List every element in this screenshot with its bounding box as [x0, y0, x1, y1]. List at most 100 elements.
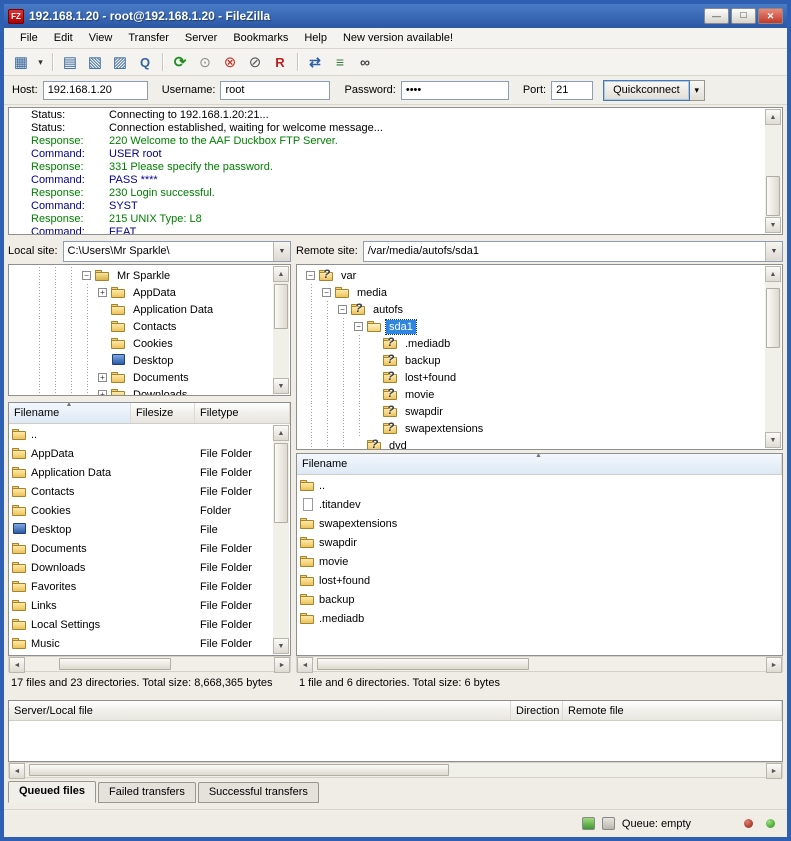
- tree-item[interactable]: ?swapdir: [297, 403, 765, 420]
- column-header-filename[interactable]: Filename: [297, 454, 782, 474]
- menu-item-help[interactable]: Help: [296, 29, 335, 47]
- refresh-icon[interactable]: [168, 51, 192, 73]
- tree-item[interactable]: Desktop: [9, 352, 273, 369]
- reconnect-icon[interactable]: [268, 51, 292, 73]
- file-row[interactable]: .titandev: [297, 495, 782, 514]
- file-row[interactable]: DownloadsFile Folder: [9, 558, 273, 577]
- scroll-thumb[interactable]: [766, 288, 780, 348]
- menu-item-transfer[interactable]: Transfer: [120, 29, 177, 47]
- scroll-thumb[interactable]: [59, 658, 171, 670]
- menu-item-edit[interactable]: Edit: [46, 29, 81, 47]
- scroll-up-icon[interactable]: [273, 425, 289, 441]
- scroll-up-icon[interactable]: [273, 266, 289, 282]
- scroll-left-icon[interactable]: [9, 657, 25, 673]
- file-row[interactable]: Application DataFile Folder: [9, 463, 273, 482]
- tree-item[interactable]: ?movie: [297, 386, 765, 403]
- file-row[interactable]: ..: [297, 476, 782, 495]
- tree-item[interactable]: +AppData: [9, 284, 273, 301]
- close-button[interactable]: [758, 8, 783, 24]
- tree-expander-icon[interactable]: −: [322, 288, 331, 297]
- menu-item-bookmarks[interactable]: Bookmarks: [225, 29, 296, 47]
- scroll-down-icon[interactable]: [273, 378, 289, 394]
- file-row[interactable]: ContactsFile Folder: [9, 482, 273, 501]
- tree-item[interactable]: −?autofs: [297, 301, 765, 318]
- username-input[interactable]: [220, 81, 330, 100]
- scroll-down-icon[interactable]: [273, 638, 289, 654]
- combo-dropdown-icon[interactable]: [765, 242, 782, 261]
- tree-item[interactable]: ?dvd: [297, 437, 765, 449]
- tree-item[interactable]: Contacts: [9, 318, 273, 335]
- local-tree-scrollbar[interactable]: [273, 266, 289, 394]
- remote-list-hscrollbar[interactable]: [296, 656, 783, 672]
- remote-site-combo[interactable]: /var/media/autofs/sda1: [363, 241, 783, 262]
- toggle-local-tree-icon[interactable]: [83, 51, 107, 73]
- scroll-thumb[interactable]: [766, 176, 780, 216]
- file-row[interactable]: Local SettingsFile Folder: [9, 615, 273, 634]
- menu-item-view[interactable]: View: [81, 29, 121, 47]
- tree-item[interactable]: −?var: [297, 267, 765, 284]
- remote-tree-scrollbar[interactable]: [765, 266, 781, 448]
- file-row[interactable]: FavoritesFile Folder: [9, 577, 273, 596]
- scroll-right-icon[interactable]: [766, 763, 782, 779]
- file-row[interactable]: movie: [297, 552, 782, 571]
- maximize-button[interactable]: [731, 8, 756, 24]
- local-list-scrollbar[interactable]: [273, 425, 289, 654]
- column-header-filename[interactable]: Filename: [9, 403, 131, 423]
- quickconnect-dropdown-icon[interactable]: [690, 80, 705, 101]
- tree-expander-icon[interactable]: −: [306, 271, 315, 280]
- combo-dropdown-icon[interactable]: [273, 242, 290, 261]
- tab-successful-transfers[interactable]: Successful transfers: [198, 782, 319, 803]
- file-row[interactable]: swapdir: [297, 533, 782, 552]
- column-header-direction[interactable]: Direction: [511, 701, 563, 720]
- log-scrollbar[interactable]: [765, 109, 781, 233]
- process-queue-icon[interactable]: [193, 51, 217, 73]
- scroll-left-icon[interactable]: [297, 657, 313, 673]
- tree-item[interactable]: −Mr Sparkle: [9, 267, 273, 284]
- speedlimit-icon[interactable]: [582, 817, 595, 830]
- tree-expander-icon[interactable]: −: [82, 271, 91, 280]
- scroll-left-icon[interactable]: [9, 763, 25, 779]
- column-header-remote-file[interactable]: Remote file: [563, 701, 782, 720]
- disconnect-icon[interactable]: [243, 51, 267, 73]
- scroll-up-icon[interactable]: [765, 109, 781, 125]
- port-input[interactable]: [551, 81, 593, 100]
- tree-item[interactable]: +Downloads: [9, 386, 273, 395]
- file-row[interactable]: MusicFile Folder: [9, 634, 273, 653]
- file-row[interactable]: CookiesFolder: [9, 501, 273, 520]
- column-header-filetype[interactable]: Filetype: [195, 403, 290, 423]
- tree-expander-icon[interactable]: +: [98, 390, 107, 395]
- tree-expander-icon[interactable]: +: [98, 288, 107, 297]
- site-manager-icon[interactable]: [9, 51, 33, 73]
- file-row[interactable]: backup: [297, 590, 782, 609]
- scroll-down-icon[interactable]: [765, 432, 781, 448]
- tree-expander-icon[interactable]: −: [354, 322, 363, 331]
- compare-icon[interactable]: [303, 51, 327, 73]
- find-files-icon[interactable]: [353, 51, 377, 73]
- tree-item[interactable]: +Documents: [9, 369, 273, 386]
- local-site-combo[interactable]: C:\Users\Mr Sparkle\: [63, 241, 291, 262]
- tree-item[interactable]: ?.mediadb: [297, 335, 765, 352]
- tree-item[interactable]: −media: [297, 284, 765, 301]
- toggle-queue-icon[interactable]: [133, 51, 157, 73]
- toggle-message-log-icon[interactable]: [58, 51, 82, 73]
- local-list-hscrollbar[interactable]: [8, 656, 291, 672]
- menu-item-file[interactable]: File: [12, 29, 46, 47]
- titlebar[interactable]: FZ 192.168.1.20 - root@192.168.1.20 - Fi…: [4, 4, 787, 28]
- column-header-server-local-file[interactable]: Server/Local file: [9, 701, 511, 720]
- menu-item-new-version-available[interactable]: New version available!: [335, 29, 461, 47]
- scroll-thumb[interactable]: [274, 284, 288, 329]
- tree-expander-icon[interactable]: −: [338, 305, 347, 314]
- file-row[interactable]: .mediadb: [297, 609, 782, 628]
- filter-icon[interactable]: [602, 817, 615, 830]
- tree-item[interactable]: ?swapextensions: [297, 420, 765, 437]
- file-row[interactable]: swapextensions: [297, 514, 782, 533]
- file-row[interactable]: DesktopFile: [9, 520, 273, 539]
- file-row[interactable]: DocumentsFile Folder: [9, 539, 273, 558]
- scroll-right-icon[interactable]: [766, 657, 782, 673]
- host-input[interactable]: [43, 81, 148, 100]
- column-header-filesize[interactable]: Filesize: [131, 403, 195, 423]
- queue-hscrollbar[interactable]: [8, 762, 783, 778]
- tree-item[interactable]: Application Data: [9, 301, 273, 318]
- quickconnect-button[interactable]: Quickconnect: [603, 80, 690, 101]
- site-manager-dropdown-icon[interactable]: [34, 51, 47, 73]
